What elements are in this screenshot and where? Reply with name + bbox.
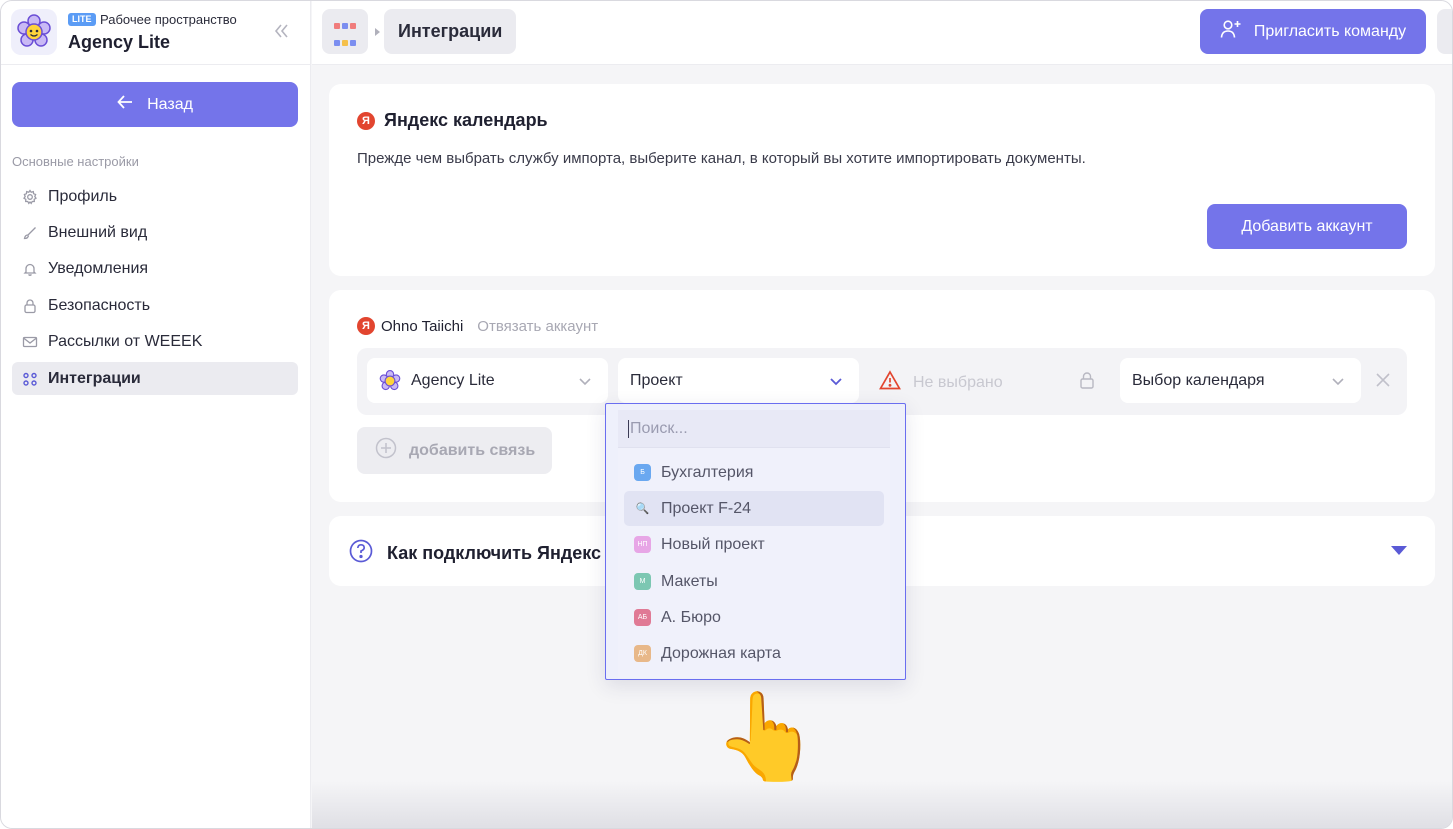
status-not-selected: Не выбрано (879, 370, 1003, 395)
warning-icon (879, 370, 901, 395)
project-badge: М (634, 573, 651, 590)
add-user-icon (1220, 19, 1242, 44)
bottom-fade (312, 781, 1452, 828)
brush-icon (22, 225, 38, 241)
dropdown-item-label: Бухгалтерия (661, 463, 754, 481)
dropdown-item-label: Макеты (661, 572, 718, 590)
sidebar-item-label: Внешний вид (48, 223, 148, 241)
search-placeholder: Поиск... (630, 419, 688, 437)
sidebar-item-integrations[interactable]: Интеграции (12, 362, 298, 395)
dropdown-search-input[interactable]: Поиск... (618, 410, 890, 448)
arrow-left-icon (117, 95, 133, 114)
dropdown-item[interactable]: АБ А. Бюро (624, 600, 884, 635)
dropdown-item-label: Дорожная карта (661, 644, 781, 662)
sidebar-item-label: Безопасность (48, 296, 151, 314)
close-icon[interactable] (1375, 372, 1391, 392)
project-badge: Б (634, 464, 651, 481)
collapse-sidebar-icon[interactable] (271, 21, 291, 41)
workspace-select-value: Agency Lite (411, 371, 495, 389)
card-title-text: Яндекс календарь (384, 110, 548, 130)
faq-question-text: Как подключить Яндекс I (387, 543, 612, 563)
help-button[interactable] (1437, 9, 1452, 54)
card-description: Прежде чем выбрать службу импорта, выбер… (357, 150, 1086, 167)
lock-icon (1079, 371, 1095, 393)
invite-label: Пригласить команду (1253, 22, 1407, 40)
sidebar-item-label: Профиль (48, 187, 118, 205)
invite-team-button[interactable]: Пригласить команду (1200, 9, 1426, 54)
sidebar-item-appearance[interactable]: Внешний вид (12, 216, 298, 249)
dropdown-item-label: Проект F-24 (661, 499, 752, 517)
project-select-value: Проект (630, 371, 683, 389)
workspace-name: Agency Lite (68, 32, 171, 52)
chevron-down-icon (578, 374, 592, 388)
sidebar-item-label: Рассылки от WEEEK (48, 332, 203, 350)
chevron-down-icon (829, 374, 843, 388)
workspace-logo-flower-icon[interactable] (11, 9, 57, 55)
sidebar-item-newsletters[interactable]: Рассылки от WEEEK (12, 325, 298, 358)
plus-circle-icon (375, 437, 397, 464)
mail-icon (22, 334, 38, 350)
dropdown-item[interactable]: НП Новый проект (624, 527, 884, 562)
dropdown-item-label: Новый проект (661, 535, 765, 553)
faq-question: Как подключить Яндекс I (349, 539, 611, 568)
sidebar-item-security[interactable]: Безопасность (12, 289, 298, 322)
question-circle-icon (349, 539, 373, 568)
section-label: Основные настройки (12, 154, 139, 169)
calendar-select-value: Выбор календаря (1132, 371, 1265, 389)
project-badge: НП (634, 536, 651, 553)
calendar-select[interactable]: Выбор календаря (1120, 358, 1361, 403)
sidebar-item-label: Уведомления (48, 259, 149, 277)
yandex-logo-icon: Я (357, 317, 375, 335)
lite-badge: LITE (68, 13, 96, 26)
dropdown-item[interactable]: ДК Дорожная карта (624, 636, 884, 671)
gear-icon (22, 188, 38, 205)
card-title: Я Яндекс календарь (357, 110, 548, 131)
workspace-subtitle: Рабочее пространство (100, 12, 237, 27)
workspace-flower-icon (379, 369, 401, 392)
dropdown-list: Поиск... Б Бухгалтерия 🔍 Проект F-24 НП … (618, 410, 890, 678)
breadcrumb[interactable]: Интеграции (384, 9, 517, 54)
yandex-calendar-card: Я Яндекс календарь Прежде чем выбрать сл… (329, 84, 1435, 276)
project-badge: 🔍 (635, 503, 650, 515)
dropdown-item[interactable]: 🔍 Проект F-24 (624, 491, 884, 526)
topbar: Интеграции Пригласить команду (312, 1, 1452, 65)
sidebar-item-label: Интеграции (48, 369, 141, 387)
workspace-select[interactable]: Agency Lite (367, 358, 608, 403)
unlink-account-link[interactable]: Отвязать аккаунт (477, 318, 598, 335)
back-button[interactable]: Назад (12, 82, 298, 127)
dropdown-item[interactable]: М Макеты (624, 564, 884, 599)
project-badge: АБ (634, 609, 651, 626)
add-account-button[interactable]: Добавить аккаунт (1207, 204, 1407, 249)
text-cursor (628, 419, 629, 438)
sidebar-item-notifications[interactable]: Уведомления (12, 252, 298, 285)
project-dropdown: Поиск... Б Бухгалтерия 🔍 Проект F-24 НП … (605, 403, 906, 680)
chevron-down-icon (1331, 374, 1345, 388)
dropdown-item[interactable]: Б Бухгалтерия (624, 455, 884, 490)
project-select[interactable]: Проект (618, 358, 859, 403)
pointing-hand-icon: 👆 (713, 689, 821, 785)
workspace-header[interactable]: LITE Рабочее пространство Agency Lite (1, 1, 311, 65)
yandex-logo-icon: Я (357, 111, 375, 130)
bell-icon (22, 261, 38, 277)
sidebar: LITE Рабочее пространство Agency Lite На… (1, 1, 311, 828)
dropdown-item-label: А. Бюро (661, 608, 721, 626)
add-link-button[interactable]: добавить связь (357, 427, 552, 474)
status-text: Не выбрано (913, 373, 1003, 391)
add-link-label: добавить связь (409, 441, 536, 459)
account-row: Я Ohno Taiichi Отвязать аккаунт (357, 317, 598, 335)
lock-icon (22, 298, 38, 314)
breadcrumb-chevron-icon (375, 28, 380, 36)
sidebar-item-profile[interactable]: Профиль (12, 180, 298, 213)
app-window: LITE Рабочее пространство Agency Lite На… (0, 0, 1453, 829)
project-badge: ДК (634, 645, 651, 662)
integrations-icon (22, 371, 38, 387)
apps-grid-button[interactable] (322, 9, 368, 54)
back-label: Назад (147, 95, 193, 113)
expand-caret-icon[interactable] (1391, 546, 1407, 555)
account-name: Ohno Taiichi (381, 317, 464, 335)
